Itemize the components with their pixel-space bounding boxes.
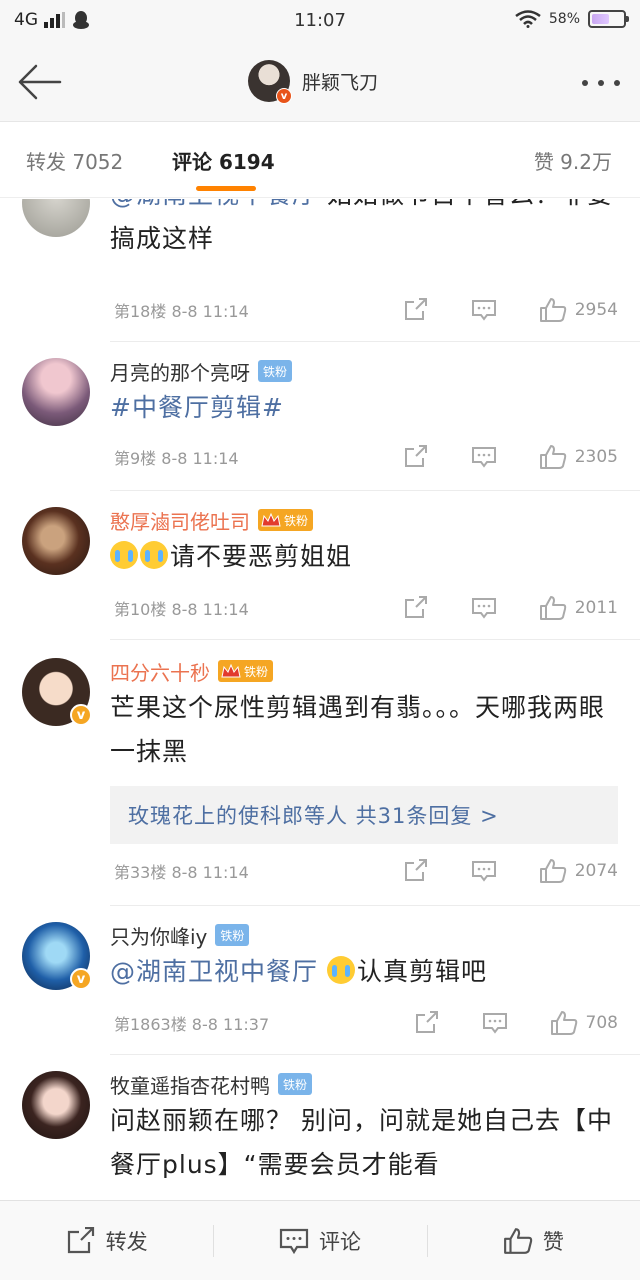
comment-text: @湖南卫视中餐厅 姑姑做节目不香么？非要搞成这样 xyxy=(110,199,620,261)
fan-badge: 铁粉 xyxy=(258,360,293,382)
comment-label: 评论 xyxy=(318,1229,361,1254)
status-right: 58% xyxy=(515,10,629,28)
tab-bar: 转发 7052 评论 6194 赞 9.2万 xyxy=(0,122,640,198)
floor-time: 第9楼 8-8 11:14 xyxy=(114,449,239,468)
username[interactable]: 憨厚滷司佬吐司 铁粉 xyxy=(110,505,620,535)
comment-icon[interactable] xyxy=(482,1011,508,1035)
tab-like[interactable]: 赞 9.2万 xyxy=(534,146,612,175)
account-title[interactable]: v 胖颖飞刀 xyxy=(248,60,378,104)
like-button[interactable]: 赞 xyxy=(426,1201,640,1280)
crying-emoji-icon xyxy=(326,956,355,984)
thumbs-up-icon xyxy=(539,298,566,322)
repost-button[interactable]: 转发 xyxy=(0,1201,213,1280)
comment-item: v 四分六十秒 铁粉 芒果这个尿性剪辑遇到有翡。。。天哪我两眼一抹黑 玫瑰花上的使… xyxy=(0,640,640,906)
fan-badge: 铁粉 xyxy=(218,660,274,682)
username[interactable]: 四分六十秒 铁粉 xyxy=(110,656,620,686)
comment-icon xyxy=(279,1228,309,1254)
avatar[interactable]: v xyxy=(22,658,92,726)
share-icon[interactable] xyxy=(403,859,429,883)
repost-label: 转发 xyxy=(105,1229,148,1254)
avatar[interactable] xyxy=(22,1071,90,1139)
avatar[interactable] xyxy=(22,199,90,237)
floor-time: 第10楼 8-8 11:14 xyxy=(114,600,249,619)
comment-item: @湖南卫视中餐厅 姑姑做节目不香么？非要搞成这样 第18楼 8-8 11:14 … xyxy=(0,199,640,339)
reply-summary[interactable]: 玫瑰花上的使科郎等人 共31条回复 > xyxy=(110,786,618,844)
tab-repost[interactable]: 转发 7052 xyxy=(26,146,123,175)
crying-emoji-icon xyxy=(140,541,168,569)
comment-feed[interactable]: @湖南卫视中餐厅 姑姑做节目不香么？非要搞成这样 第18楼 8-8 11:14 … xyxy=(0,199,640,1200)
thumbs-up-icon xyxy=(539,596,566,620)
floor-time: 第1863楼 8-8 11:37 xyxy=(114,1015,270,1034)
comment-item: 月亮的那个亮呀 铁粉 #中餐厅剪辑# 第9楼 8-8 11:14 2305 xyxy=(0,342,640,490)
fan-badge: 铁粉 xyxy=(215,924,250,946)
mention-link[interactable]: @湖南卫视中餐厅 xyxy=(110,957,318,986)
back-arrow-icon[interactable] xyxy=(16,62,62,102)
comment-item: 憨厚滷司佬吐司 铁粉 请不要恶剪姐姐 第10楼 8-8 11:14 2011 xyxy=(0,491,640,639)
share-icon xyxy=(67,1226,94,1253)
mention-link[interactable]: @湖南卫视中餐厅 xyxy=(110,199,318,209)
comment-icon[interactable] xyxy=(471,445,497,469)
share-icon[interactable] xyxy=(403,596,429,620)
like-button[interactable]: 2074 xyxy=(539,858,618,884)
more-options-icon[interactable] xyxy=(582,80,620,86)
share-icon[interactable] xyxy=(414,1011,440,1035)
battery-percent: 58% xyxy=(548,11,580,27)
active-tab-indicator xyxy=(196,186,256,191)
like-button[interactable]: 708 xyxy=(550,1010,618,1036)
verified-icon: v xyxy=(70,704,92,726)
like-button[interactable]: 2305 xyxy=(539,444,618,470)
floor-time: 第33楼 8-8 11:14 xyxy=(114,863,249,882)
username[interactable]: 牧童遥指杏花村鸭 铁粉 xyxy=(110,1069,620,1099)
account-avatar[interactable]: v xyxy=(248,60,292,104)
share-icon[interactable] xyxy=(403,445,429,469)
wifi-icon xyxy=(515,10,541,28)
status-bar: 4G 11:07 58% xyxy=(0,0,640,44)
nav-header: v 胖颖飞刀 xyxy=(0,44,640,122)
verified-icon: v xyxy=(70,968,92,990)
comment-item: 牧童遥指杏花村鸭 铁粉 问赵丽颖在哪？ 别问，问就是她自己去【中餐厅plus】“需… xyxy=(0,1055,640,1200)
like-button[interactable]: 2954 xyxy=(539,297,618,323)
like-label: 赞 xyxy=(542,1229,564,1254)
comment-icon[interactable] xyxy=(471,596,497,620)
thumbs-up-icon xyxy=(539,859,566,883)
comment-item: v 只为你峰iy 铁粉 @湖南卫视中餐厅 认真剪辑吧 第1863楼 8-8 11:… xyxy=(0,906,640,1054)
floor-time: 第18楼 8-8 11:14 xyxy=(114,302,249,321)
avatar[interactable] xyxy=(22,507,90,575)
fan-badge: 铁粉 xyxy=(258,509,314,531)
comment-button[interactable]: 评论 xyxy=(213,1201,426,1280)
comment-icon[interactable] xyxy=(471,859,497,883)
thumbs-up-icon xyxy=(503,1227,533,1254)
thumbs-up-icon xyxy=(539,445,566,469)
avatar[interactable] xyxy=(22,358,90,426)
hashtag-link[interactable]: #中餐厅剪辑# xyxy=(110,393,284,422)
share-icon[interactable] xyxy=(403,298,429,322)
account-name[interactable]: 胖颖飞刀 xyxy=(302,68,378,95)
comment-icon[interactable] xyxy=(471,298,497,322)
crown-icon xyxy=(261,512,281,527)
comment-text: 问赵丽颖在哪？ 别问，问就是她自己去【中餐厅plus】“需要会员才能看 xyxy=(110,1106,613,1179)
username[interactable]: 月亮的那个亮呀 铁粉 xyxy=(110,356,620,386)
comment-text: 芒果这个尿性剪辑遇到有翡。。。天哪我两眼一抹黑 xyxy=(110,693,606,766)
comment-text: 请不要恶剪姐姐 xyxy=(110,535,620,579)
fan-badge: 铁粉 xyxy=(278,1073,313,1095)
battery-icon xyxy=(588,10,629,28)
comment-text: #中餐厅剪辑# xyxy=(110,386,620,430)
avatar[interactable]: v xyxy=(22,922,92,990)
like-button[interactable]: 2011 xyxy=(539,595,618,621)
username[interactable]: 只为你峰iy 铁粉 xyxy=(110,920,620,950)
thumbs-up-icon xyxy=(550,1011,577,1035)
crown-icon xyxy=(221,663,241,678)
verified-icon: v xyxy=(276,88,292,104)
crying-emoji-icon xyxy=(110,541,138,569)
comment-text: @湖南卫视中餐厅 认真剪辑吧 xyxy=(110,956,487,986)
bottom-action-bar: 转发 评论 赞 xyxy=(0,1200,640,1280)
